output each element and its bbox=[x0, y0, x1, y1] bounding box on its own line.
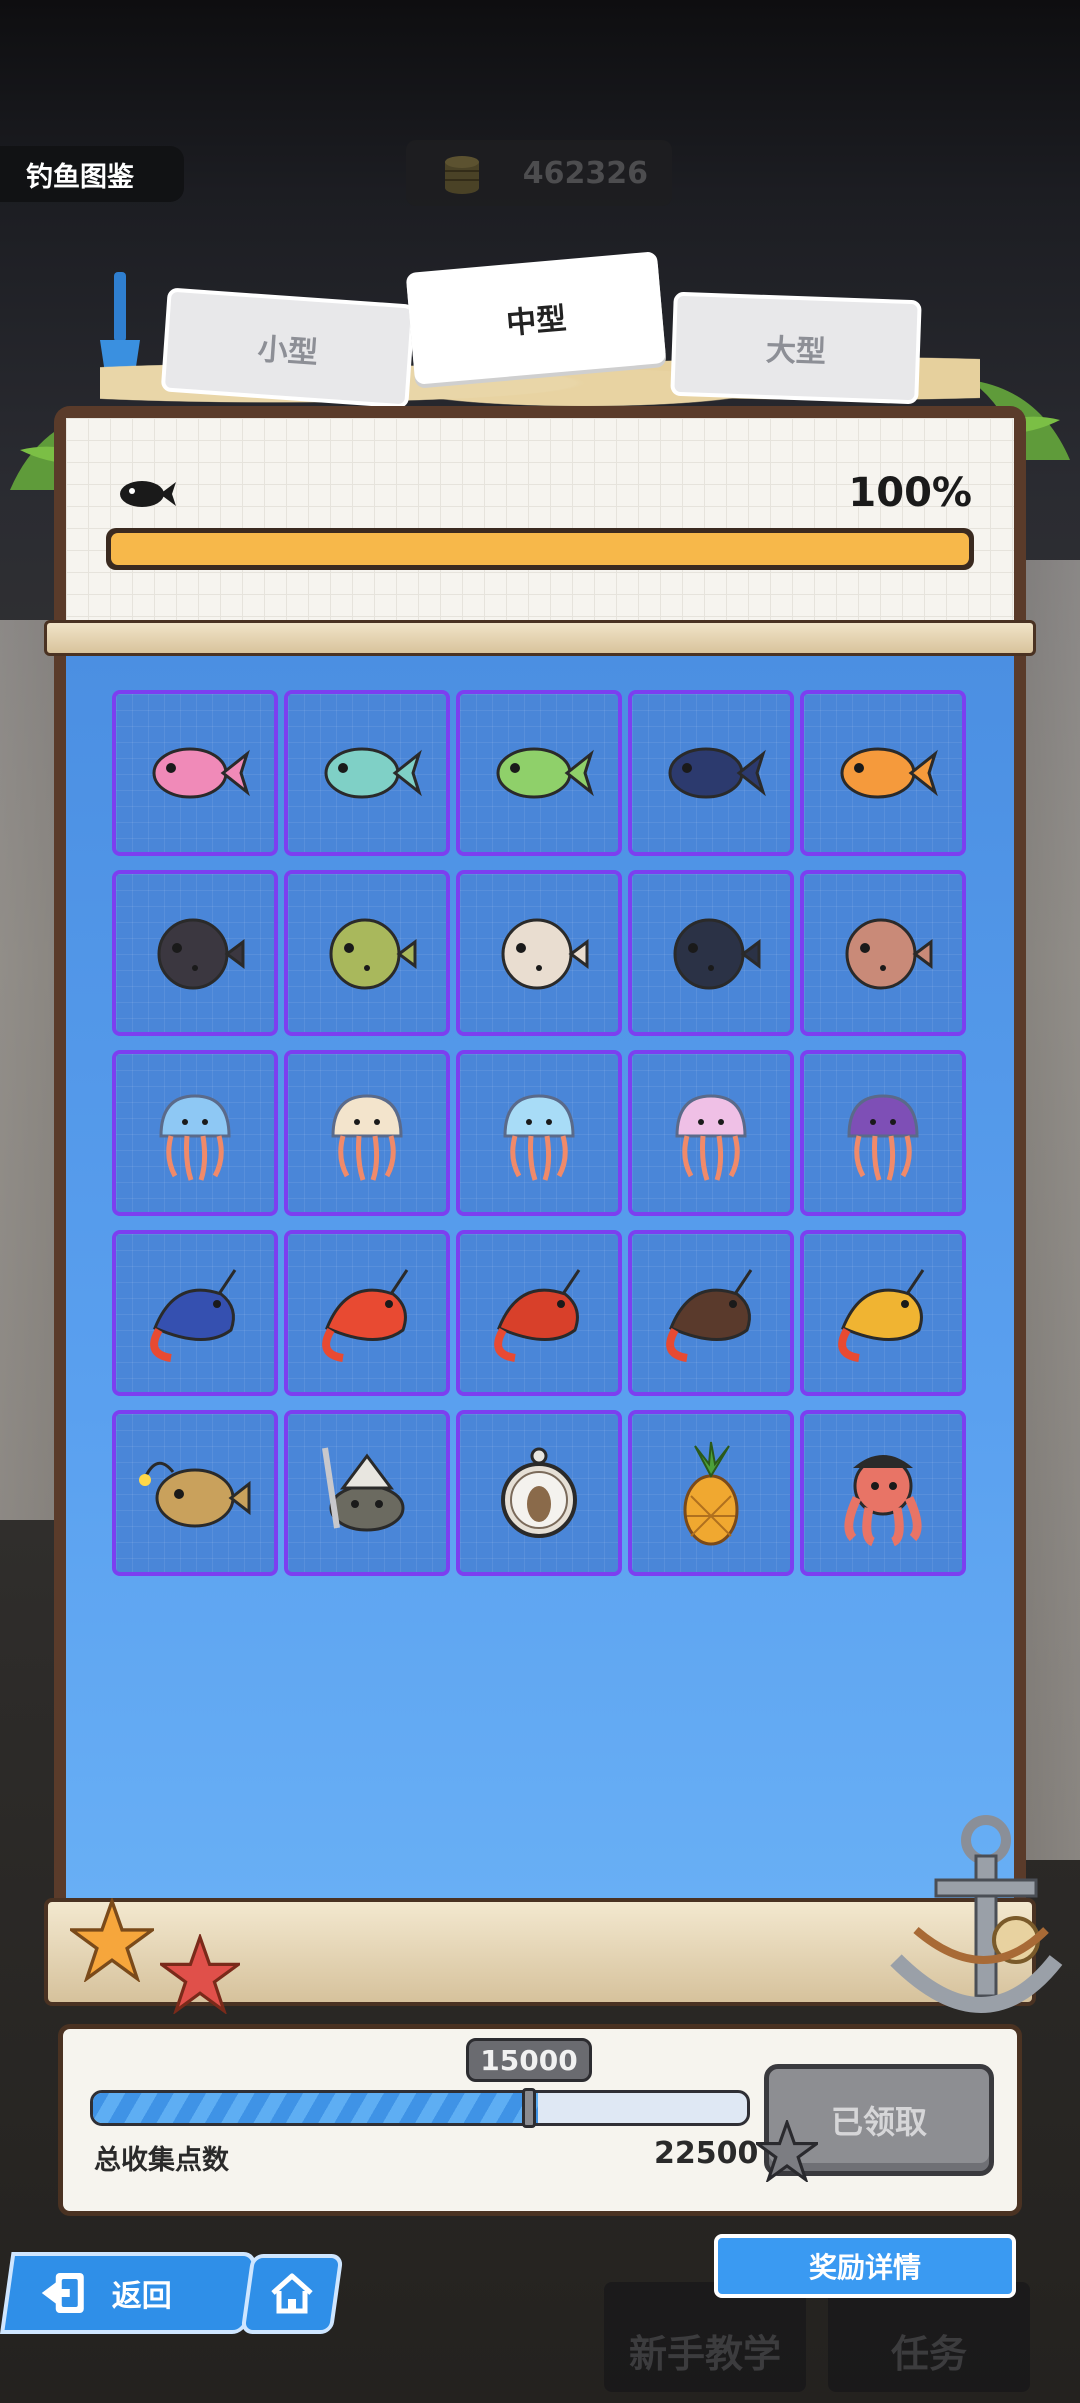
pink-jellyfish-icon bbox=[675, 1094, 747, 1181]
creature-cell[interactable] bbox=[800, 1230, 966, 1396]
points-progress-bar bbox=[90, 2090, 750, 2126]
tab-small-label: 小型 bbox=[256, 331, 319, 372]
blue-jellyfish-icon bbox=[159, 1094, 231, 1181]
collection-progress-fill bbox=[111, 533, 969, 565]
brown-pufferfish-icon bbox=[845, 918, 933, 990]
tutorial-button[interactable]: 新手教学 bbox=[604, 2282, 806, 2392]
home-icon bbox=[271, 2273, 313, 2314]
exit-door-icon bbox=[41, 2273, 84, 2313]
creature-cell[interactable] bbox=[284, 690, 450, 856]
hamster-pendant-icon bbox=[501, 1447, 577, 1538]
creature-cell[interactable] bbox=[456, 690, 622, 856]
total-points-label: 总收集点数 bbox=[94, 2145, 229, 2176]
coin-amount: 462326 bbox=[522, 155, 648, 191]
milestone-badge: 15000 bbox=[466, 2038, 592, 2082]
back-label: 返回 bbox=[111, 2279, 172, 2314]
red-starfish-icon bbox=[160, 1934, 240, 2014]
progress-card bbox=[66, 418, 1014, 622]
page-title: 钓鱼图鉴 bbox=[0, 146, 184, 202]
green-pufferfish-icon bbox=[329, 918, 417, 990]
red-shrimp-icon bbox=[494, 1269, 581, 1362]
creature-grid bbox=[112, 690, 966, 1576]
sword-crab-icon bbox=[322, 1447, 405, 1532]
claimed-button-label: 已领取 bbox=[830, 2103, 927, 2141]
collection-percent: 100% bbox=[848, 470, 972, 516]
orange-starfish-icon bbox=[70, 1898, 154, 1982]
home-button[interactable] bbox=[240, 2254, 344, 2334]
claimed-starfish-icon bbox=[756, 2120, 818, 2182]
coin-counter: 462326 bbox=[406, 140, 672, 206]
teal-sunfish-icon bbox=[324, 747, 422, 799]
navy-fish-icon bbox=[668, 747, 766, 799]
tasks-label: 任务 bbox=[890, 2332, 967, 2376]
creature-cell[interactable] bbox=[112, 1050, 278, 1216]
tab-medium-label: 中型 bbox=[504, 301, 568, 342]
creature-cell[interactable] bbox=[800, 1410, 966, 1576]
tasks-button[interactable]: 任务 bbox=[828, 2282, 1030, 2392]
creature-cell[interactable] bbox=[456, 1230, 622, 1396]
creature-cell[interactable] bbox=[628, 1230, 794, 1396]
creature-cell[interactable] bbox=[284, 1050, 450, 1216]
yellow-shrimp-icon bbox=[838, 1269, 925, 1362]
creature-cell[interactable] bbox=[456, 1050, 622, 1216]
creature-cell[interactable] bbox=[800, 690, 966, 856]
creature-cell[interactable] bbox=[112, 1410, 278, 1576]
creature-cell[interactable] bbox=[628, 1410, 794, 1576]
tutorial-label: 新手教学 bbox=[628, 2332, 781, 2376]
reward-details-label: 奖励详情 bbox=[808, 2251, 921, 2284]
dark-pufferfish-icon bbox=[673, 918, 761, 990]
pineapple-icon bbox=[683, 1441, 739, 1546]
creature-cell[interactable] bbox=[112, 1230, 278, 1396]
creature-cell[interactable] bbox=[112, 870, 278, 1036]
creature-cell[interactable] bbox=[456, 870, 622, 1036]
back-button[interactable]: 返回 bbox=[0, 2252, 258, 2334]
anchor-icon bbox=[890, 1815, 1063, 2013]
collection-progress-bar bbox=[106, 528, 974, 570]
green-fish-icon bbox=[496, 747, 594, 799]
reward-details-button[interactable]: 奖励详情 bbox=[714, 2234, 1016, 2298]
creature-cell[interactable] bbox=[284, 870, 450, 1036]
creature-cell[interactable] bbox=[112, 690, 278, 856]
creature-cell[interactable] bbox=[800, 1050, 966, 1216]
creature-cell[interactable] bbox=[284, 1410, 450, 1576]
red-white-shrimp-icon bbox=[322, 1269, 409, 1362]
spotted-pufferfish-icon bbox=[501, 918, 589, 990]
creature-cell[interactable] bbox=[284, 1230, 450, 1396]
points-progress-fill bbox=[93, 2093, 538, 2123]
creature-cell[interactable] bbox=[628, 690, 794, 856]
pink-tropical-fish-icon bbox=[152, 747, 250, 799]
coin-stack-icon bbox=[445, 156, 479, 194]
fish-icon bbox=[120, 481, 176, 507]
wood-plank-top bbox=[44, 620, 1036, 656]
creature-cell[interactable] bbox=[628, 1050, 794, 1216]
creature-cell[interactable] bbox=[456, 1410, 622, 1576]
tab-large-label: 大型 bbox=[765, 332, 827, 371]
creature-cell[interactable] bbox=[800, 870, 966, 1036]
cream-jellyfish-icon bbox=[331, 1094, 403, 1181]
light-blue-jellyfish-icon bbox=[503, 1094, 575, 1181]
tab-small[interactable]: 小型 bbox=[160, 287, 416, 409]
anglerfish-icon bbox=[139, 1461, 251, 1528]
blue-shrimp-icon bbox=[150, 1269, 237, 1362]
orange-goldfish-icon bbox=[840, 747, 938, 799]
milestone-marker bbox=[522, 2088, 536, 2128]
tab-large[interactable]: 大型 bbox=[670, 291, 922, 405]
tab-medium[interactable]: 中型 bbox=[405, 251, 667, 385]
purple-jellyfish-icon bbox=[847, 1094, 919, 1181]
creature-cell[interactable] bbox=[628, 870, 794, 1036]
pirate-octopus-icon bbox=[844, 1455, 922, 1547]
brown-shrimp-icon bbox=[666, 1269, 753, 1362]
spiky-pufferfish-icon bbox=[157, 918, 245, 990]
total-points-value: 22500 bbox=[654, 2136, 759, 2171]
